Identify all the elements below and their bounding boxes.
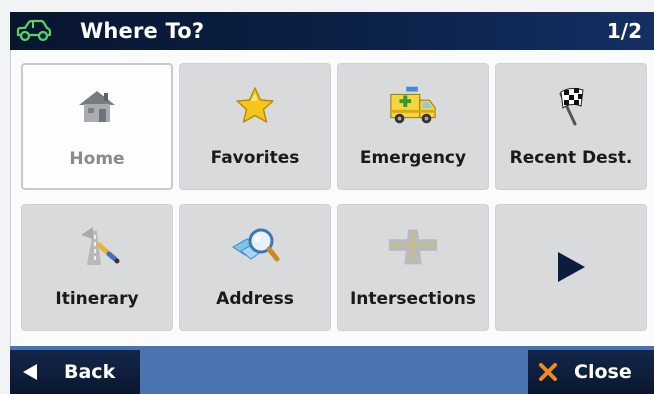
road-pen-icon <box>71 223 123 271</box>
checkered-flag-icon <box>545 82 597 130</box>
emergency-button[interactable]: Emergency <box>337 63 489 190</box>
close-button[interactable]: Close <box>528 350 654 394</box>
itinerary-label: Itinerary <box>55 289 139 309</box>
home-label: Home <box>69 149 125 169</box>
address-label: Address <box>216 289 294 309</box>
home-icon <box>71 83 123 131</box>
close-icon <box>528 361 568 383</box>
next-arrow-icon <box>545 243 597 291</box>
page-indicator: 1/2 <box>606 19 642 43</box>
emergency-label: Emergency <box>359 148 467 168</box>
next-page-button[interactable] <box>495 204 647 331</box>
recent-destinations-label: Recent Dest. <box>509 148 633 168</box>
star-icon <box>229 82 281 130</box>
car-icon <box>10 12 58 50</box>
intersection-icon <box>387 223 439 271</box>
title-bar: Where To? 1/2 <box>10 12 654 50</box>
recent-destinations-button[interactable]: Recent Dest. <box>495 63 647 190</box>
address-button[interactable]: Address <box>179 204 331 331</box>
intersections-label: Intersections <box>349 289 477 309</box>
ambulance-icon <box>387 82 439 130</box>
page-title: Where To? <box>80 19 205 43</box>
intersections-button[interactable]: Intersections <box>337 204 489 331</box>
favorites-button[interactable]: Favorites <box>179 63 331 190</box>
back-button[interactable]: Back <box>10 350 140 394</box>
map-magnifier-icon <box>229 223 281 271</box>
back-arrow-icon <box>10 362 50 382</box>
itinerary-button[interactable]: Itinerary <box>21 204 173 331</box>
bottom-bar: Back Close <box>10 346 654 394</box>
home-button[interactable]: Home <box>21 63 173 190</box>
back-label: Back <box>64 361 116 383</box>
close-label: Close <box>574 361 632 383</box>
favorites-label: Favorites <box>210 148 300 168</box>
menu-grid: Home Favorites Emergency Recent Dest. It… <box>10 50 654 346</box>
